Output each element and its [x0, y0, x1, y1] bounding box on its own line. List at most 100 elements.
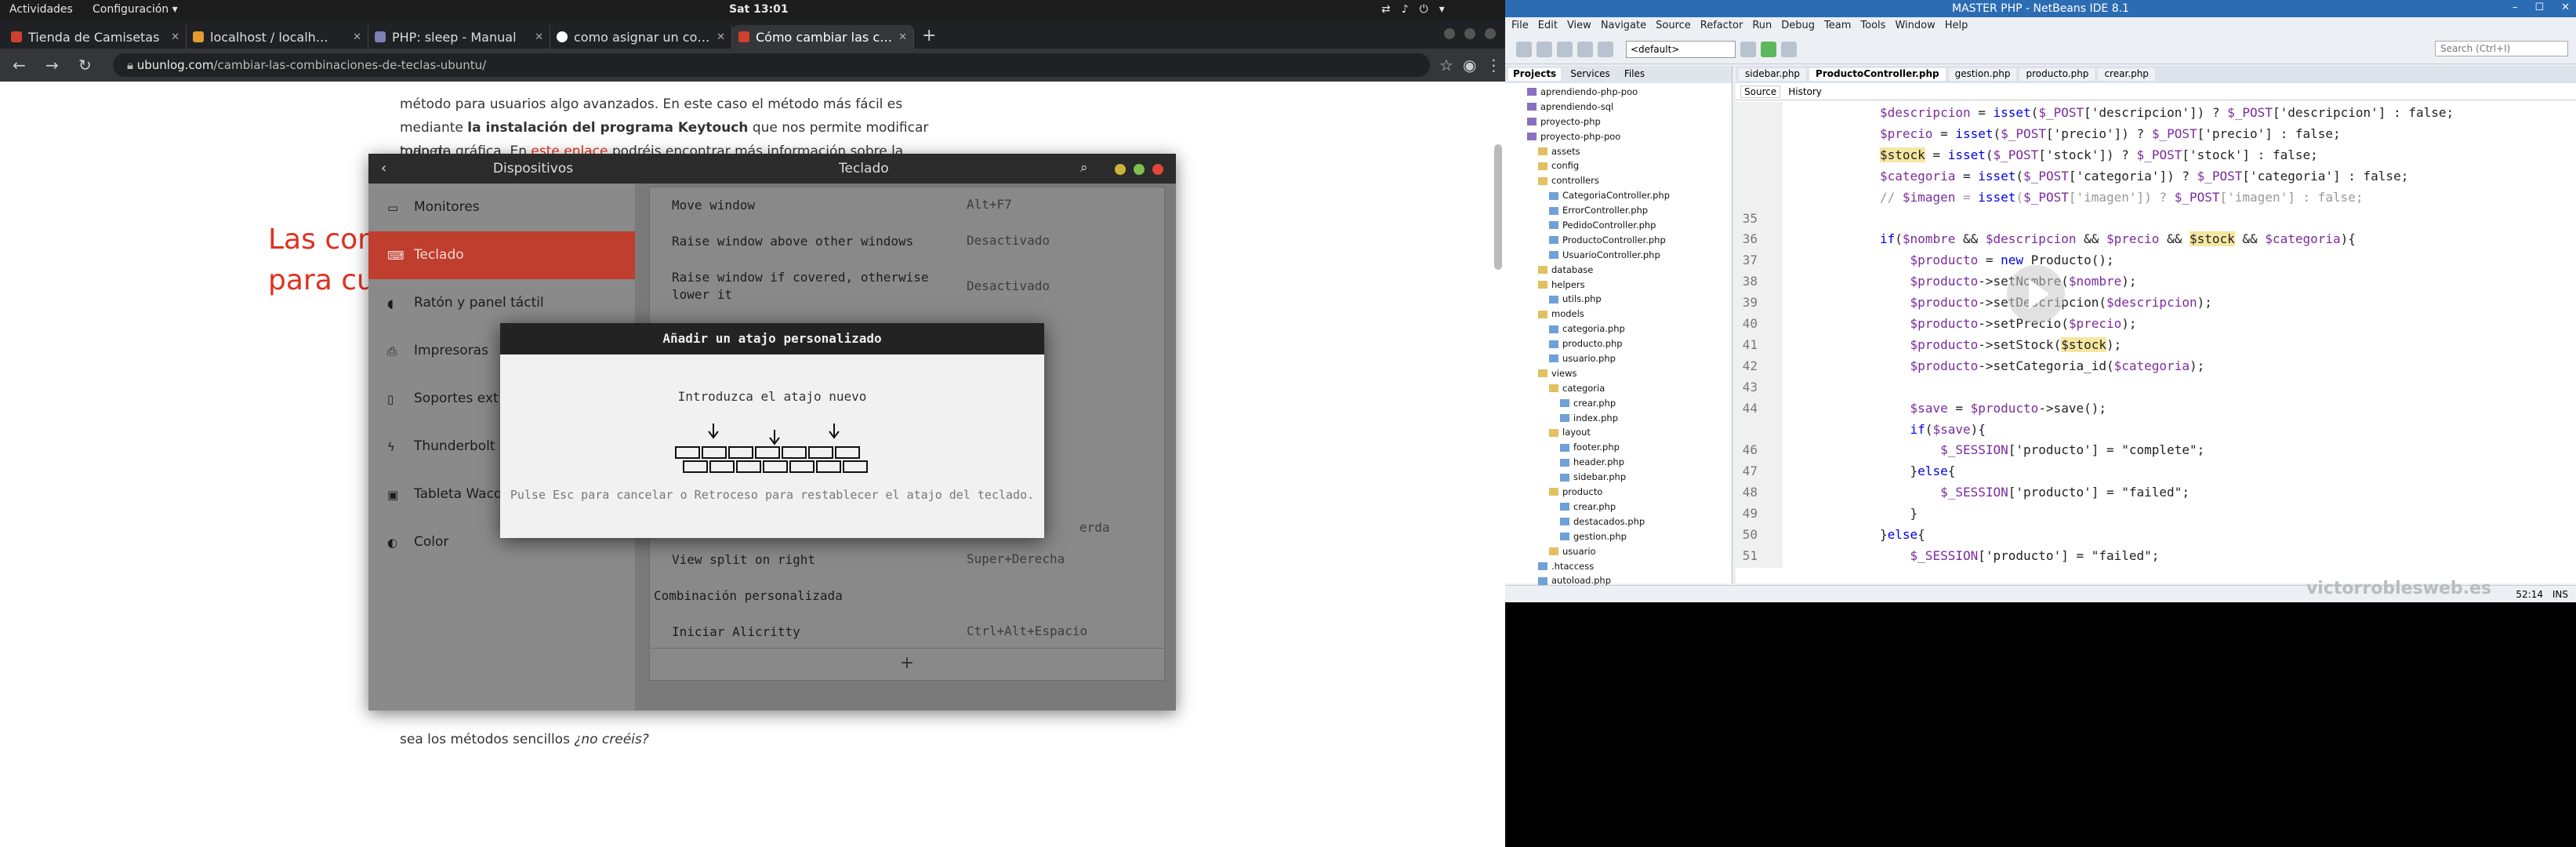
tree-node[interactable]: helpers [1505, 278, 1725, 293]
tree-node[interactable]: header.php [1505, 455, 1725, 470]
tree-node[interactable]: crear.php [1505, 500, 1725, 514]
menu-team[interactable]: Team [1824, 20, 1851, 32]
close-button[interactable]: ✕ [2561, 2, 2570, 13]
menu-window[interactable]: Window [1895, 20, 1935, 32]
tree-node[interactable]: CategoriaController.php [1505, 188, 1725, 203]
tree-node[interactable]: aprendiendo-php-poo [1505, 85, 1725, 100]
tree-node[interactable]: UsuarioController.php [1505, 248, 1725, 263]
tree-node[interactable]: destacados.php [1505, 514, 1725, 529]
menu-edit[interactable]: Edit [1538, 20, 1558, 32]
browser-tab[interactable]: Tienda de Camisetas ✕ [5, 25, 187, 49]
minimize-button[interactable] [1115, 164, 1126, 175]
back-chevron-icon[interactable]: ‹ [381, 160, 386, 176]
sidebar-item-raton[interactable]: ◖ Ratón y panel táctil [368, 279, 635, 327]
tree-node[interactable]: usuario [1505, 544, 1725, 559]
redo-icon[interactable] [1598, 41, 1613, 57]
tree-node[interactable]: proyecto-php [1505, 115, 1725, 129]
configuracion-menu[interactable]: Configuración ▾ [93, 3, 178, 16]
close-tab-icon[interactable]: ✕ [717, 31, 725, 43]
source-tab[interactable]: Source [1740, 85, 1781, 98]
forward-icon[interactable]: → [45, 56, 66, 75]
open-project-icon[interactable] [1537, 41, 1552, 57]
menu-file[interactable]: File [1511, 20, 1529, 32]
menu-view[interactable]: View [1567, 20, 1591, 32]
run-icon[interactable] [1761, 41, 1776, 57]
config-combo[interactable]: <default> [1626, 40, 1736, 58]
tree-node[interactable]: views [1505, 366, 1725, 381]
editor-tab[interactable]: sidebar.php [1739, 68, 1807, 81]
tab-files[interactable]: Files [1620, 68, 1649, 81]
search-input[interactable]: Search (Ctrl+I) [2435, 41, 2568, 56]
tree-node[interactable]: index.php [1505, 411, 1725, 426]
sidebar-item-teclado[interactable]: ⌨ Teclado [368, 231, 635, 279]
tree-node[interactable]: proyecto-php-poo [1505, 129, 1725, 144]
menu-source[interactable]: Source [1656, 20, 1691, 32]
profile-avatar[interactable]: ◉ [1463, 56, 1476, 75]
tree-node[interactable]: categoria.php [1505, 322, 1725, 336]
page-scrollbar[interactable] [1494, 144, 1502, 270]
back-icon[interactable]: ← [13, 56, 33, 75]
editor-tab[interactable]: producto.php [2019, 68, 2095, 81]
browser-tab[interactable]: localhost / localh… ✕ [187, 25, 368, 49]
close-button[interactable] [1152, 164, 1163, 175]
undo-icon[interactable] [1577, 41, 1593, 57]
add-shortcut-button[interactable]: + [649, 648, 1165, 681]
tree-node[interactable]: gestion.php [1505, 529, 1725, 544]
clock[interactable]: Sat 13:01 [729, 3, 789, 16]
browser-tab[interactable]: PHP: sleep - Manual ✕ [368, 25, 550, 49]
tree-node[interactable]: crear.php [1505, 396, 1725, 411]
maximize-button[interactable]: ☐ [2534, 2, 2544, 13]
menu-debug[interactable]: Debug [1781, 20, 1815, 32]
tree-node[interactable]: producto.php [1505, 336, 1725, 351]
menu-run[interactable]: Run [1752, 20, 1772, 32]
tree-node[interactable]: PedidoController.php [1505, 218, 1725, 233]
save-all-icon[interactable] [1557, 41, 1573, 57]
menu-help[interactable]: Help [1945, 20, 1968, 32]
editor-tab-active[interactable]: ProductoController.php [1809, 68, 1946, 81]
tab-services[interactable]: Services [1566, 68, 1615, 81]
close-tab-icon[interactable]: ✕ [898, 31, 907, 43]
history-tab[interactable]: History [1788, 86, 1822, 97]
menu-navigate[interactable]: Navigate [1601, 20, 1646, 32]
tree-node[interactable]: footer.php [1505, 440, 1725, 455]
tree-node[interactable]: controllers [1505, 173, 1725, 188]
reload-icon[interactable]: ↻ [78, 56, 99, 75]
editor-tab[interactable]: gestion.php [1948, 68, 2017, 81]
code-area[interactable]: $descripcion = isset($_POST['descripcion… [1783, 102, 2567, 568]
tree-node[interactable]: producto [1505, 485, 1725, 500]
tree-node[interactable]: usuario.php [1505, 351, 1725, 366]
editor-tab[interactable]: crear.php [2098, 68, 2155, 81]
tree-node[interactable]: utils.php [1505, 292, 1725, 307]
browser-tab[interactable]: como asignar un co… ✕ [550, 25, 732, 49]
menu-dots-icon[interactable]: ⋮ [1486, 56, 1501, 75]
minimize-button[interactable]: – [2513, 2, 2518, 13]
tree-node[interactable]: categoria [1505, 381, 1725, 396]
browser-tab-active[interactable]: Cómo cambiar las c… ✕ [732, 25, 914, 49]
menu-refactor[interactable]: Refactor [1700, 20, 1743, 32]
tree-node[interactable]: layout [1505, 425, 1725, 440]
activities-button[interactable]: Actividades [9, 3, 73, 16]
address-bar[interactable]: 🔒︎ ubunlog.com/cambiar-las-combinaciones… [113, 53, 1430, 77]
sidebar-item-monitores[interactable]: ▭ Monitores [368, 184, 635, 231]
minimize-button[interactable] [1444, 28, 1455, 39]
maximize-button[interactable] [1134, 164, 1145, 175]
tree-node[interactable]: config [1505, 158, 1725, 173]
tree-node[interactable]: sidebar.php [1505, 470, 1725, 485]
new-tab-button[interactable]: + [914, 26, 944, 49]
bookmark-star-icon[interactable]: ☆ [1439, 56, 1453, 75]
tree-node[interactable]: models [1505, 307, 1725, 322]
new-project-icon[interactable] [1516, 41, 1532, 57]
system-tray[interactable]: ⇄ ♪ ⏻ ▾ [1381, 3, 1445, 16]
close-tab-icon[interactable]: ✕ [535, 31, 543, 43]
video-play-icon[interactable] [2007, 265, 2065, 323]
tree-node[interactable]: ProductoController.php [1505, 233, 1725, 248]
close-tab-icon[interactable]: ✕ [353, 31, 361, 43]
debug-icon[interactable] [1781, 41, 1797, 57]
tab-projects[interactable]: Projects [1508, 68, 1562, 81]
close-button[interactable] [1485, 28, 1496, 39]
tree-node[interactable]: database [1505, 263, 1725, 278]
build-icon[interactable] [1740, 41, 1756, 57]
tree-node[interactable]: ErrorController.php [1505, 203, 1725, 218]
close-tab-icon[interactable]: ✕ [171, 31, 180, 43]
menu-tools[interactable]: Tools [1860, 20, 1885, 32]
